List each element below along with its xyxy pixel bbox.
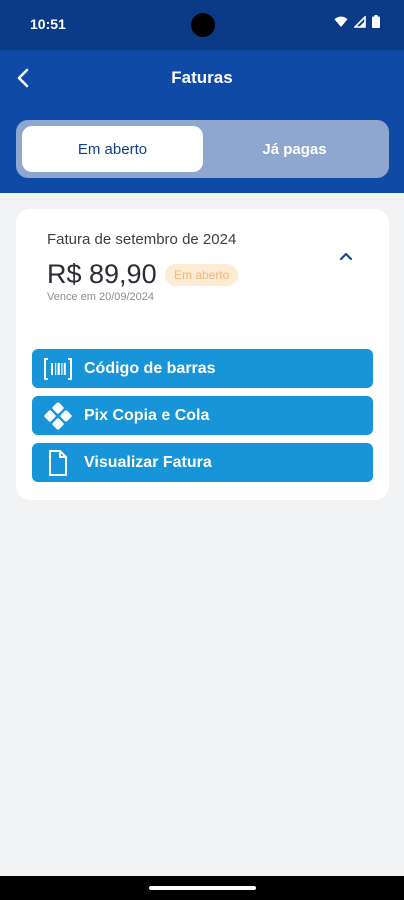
wifi-icon (334, 15, 348, 33)
camera-cutout (191, 13, 215, 37)
invoice-card: Fatura de setembro de 2024 R$ 89,90 Em a… (16, 209, 389, 500)
due-date: Vence em 20/09/2024 (47, 291, 155, 303)
app-header: Faturas Em aberto Já pagas (0, 50, 404, 193)
status-bar: 10:51 (0, 0, 404, 50)
pix-icon (32, 396, 84, 435)
status-icons (334, 15, 380, 33)
status-time: 10:51 (30, 16, 66, 32)
signal-icon (353, 15, 366, 33)
view-invoice-button[interactable]: Visualizar Fatura (32, 443, 373, 482)
invoice-title: Fatura de setembro de 2024 (47, 231, 237, 248)
pix-button-label: Pix Copia e Cola (84, 406, 210, 424)
barcode-icon (32, 349, 84, 388)
status-badge: Em aberto (165, 264, 239, 286)
invoice-amount: R$ 89,90 (47, 259, 157, 289)
invoice-status-tabs: Em aberto Já pagas (16, 120, 389, 178)
pix-button[interactable]: Pix Copia e Cola (32, 396, 373, 435)
view-invoice-button-label: Visualizar Fatura (84, 453, 212, 471)
tab-em-aberto[interactable]: Em aberto (22, 126, 203, 172)
page-title: Faturas (171, 68, 233, 87)
barcode-button[interactable]: Código de barras (32, 349, 373, 388)
system-nav-bar (0, 876, 404, 900)
home-indicator[interactable] (149, 886, 256, 890)
collapse-button[interactable] (335, 245, 357, 267)
battery-icon (372, 15, 380, 33)
document-icon (32, 443, 84, 482)
chevron-up-icon (340, 252, 352, 260)
barcode-button-label: Código de barras (84, 359, 216, 377)
tab-ja-pagas[interactable]: Já pagas (206, 126, 383, 172)
